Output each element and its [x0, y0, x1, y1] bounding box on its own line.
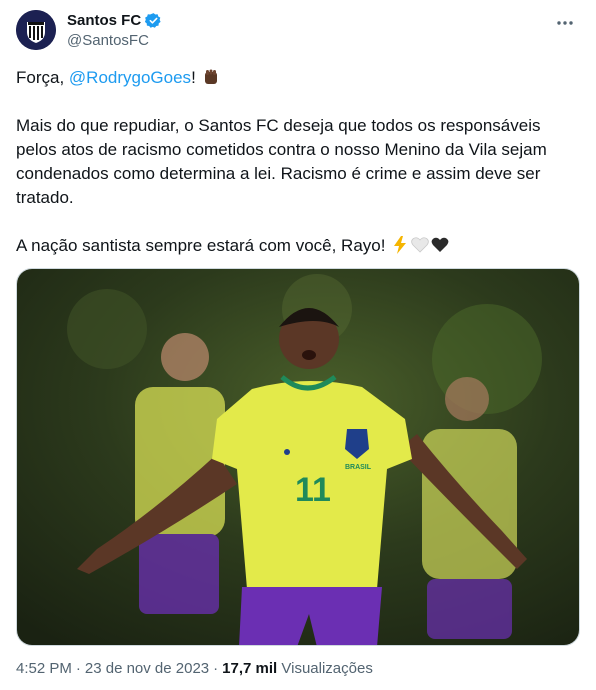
- tweet-meta: 4:52 PM · 23 de nov de 2023 · 17,7 mil Visua…: [16, 660, 373, 677]
- jersey-badge-text: BRASIL: [345, 464, 372, 471]
- tweet-paragraph-3: A nação santista sempre estará com você,…: [16, 234, 576, 258]
- views-label: Visualizações: [281, 660, 373, 677]
- santos-crest-icon: [16, 10, 56, 50]
- tweet-media-photo[interactable]: 11 BRASIL: [16, 268, 580, 646]
- author-handle[interactable]: @SantosFC: [67, 32, 162, 49]
- avatar[interactable]: [16, 10, 56, 50]
- author-display-name[interactable]: Santos FC: [67, 12, 141, 29]
- tweet-date[interactable]: 23 de nov de 2023: [85, 660, 209, 677]
- tweet-header: Santos FC @SantosFC: [16, 10, 580, 54]
- white-heart-emoji-icon: [411, 237, 429, 253]
- tweet-paragraph-2: Mais do que repudiar, o Santos FC deseja…: [16, 116, 547, 207]
- tweet-line-1-prefix: Força,: [16, 68, 69, 87]
- mention-link[interactable]: @RodrygoGoes: [69, 68, 191, 87]
- author-block: Santos FC @SantosFC: [67, 12, 162, 49]
- lightning-emoji-icon: [394, 236, 407, 254]
- tweet-line-1: Força, @RodrygoGoes!: [16, 66, 576, 90]
- tweet-paragraph-3-text: A nação santista sempre estará com você,…: [16, 236, 386, 255]
- tweet-line-1-suffix: !: [191, 68, 196, 87]
- player-celebration-photo: 11 BRASIL: [17, 269, 579, 645]
- jersey-number: 11: [295, 471, 331, 509]
- black-heart-emoji-icon: [431, 237, 449, 252]
- views-count: 17,7 mil: [222, 660, 278, 677]
- verified-badge-icon: [145, 13, 161, 28]
- tweet-text: Força, @RodrygoGoes! Mais do que repudia…: [16, 66, 576, 282]
- more-options-icon[interactable]: [552, 10, 578, 36]
- tweet-time[interactable]: 4:52 PM: [16, 660, 72, 677]
- raised-fist-emoji-icon: [204, 69, 217, 84]
